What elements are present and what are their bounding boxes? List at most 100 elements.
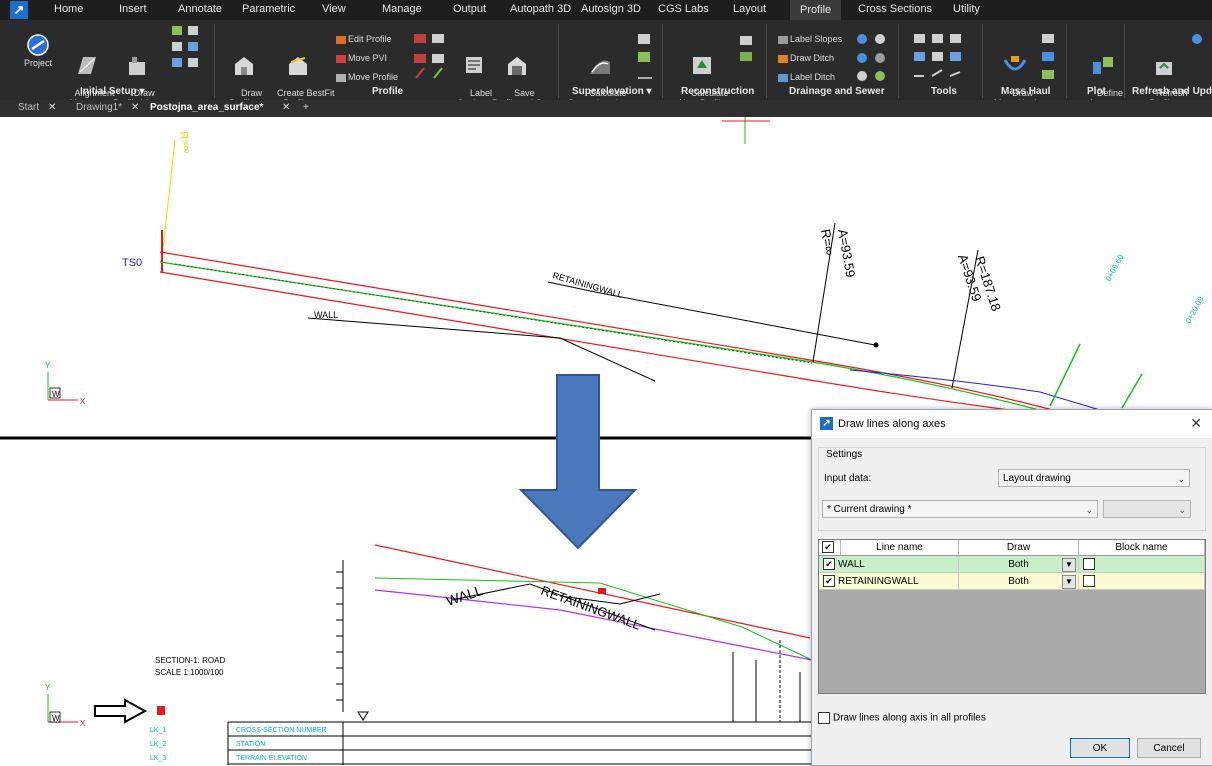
draw-ditch-button[interactable]: Draw Ditch <box>778 53 834 63</box>
label-retainingwall-bottom: RETAININGWALL <box>539 583 643 633</box>
line-name-cell[interactable]: ✔ WALL <box>819 556 959 573</box>
draw-select[interactable]: Both ▼ <box>959 556 1079 573</box>
draw-ditch-icon <box>778 54 788 63</box>
define-areas-icon <box>1092 57 1113 74</box>
dialog-title-bar[interactable]: ↗ Draw lines along axes ✕ <box>812 410 1212 438</box>
tab-utility[interactable]: Utility <box>953 3 980 15</box>
doc-tab-start[interactable]: Start <box>18 102 39 113</box>
app-logo-icon: ↗ <box>820 417 833 430</box>
station-line-green <box>1049 343 1081 407</box>
tab-autosign-3d[interactable]: Autosign 3D <box>581 3 641 15</box>
tools-icons[interactable] <box>914 32 974 84</box>
chevron-down-icon: ▼ <box>1062 558 1076 572</box>
lines-table: ✔ Line name Draw Block name ✔ WALL Both ▼ … <box>818 539 1206 694</box>
superelevation-small-icons[interactable] <box>636 32 656 84</box>
section-scale: SCALE 1:1000/100 <box>155 668 224 677</box>
input-data-select[interactable]: Layout drawing ⌄ <box>998 469 1190 487</box>
separator <box>982 24 983 98</box>
doc-tab-postojna[interactable]: Postojna_area_surface* <box>150 102 263 113</box>
tab-cgs-labs[interactable]: CGS Labs <box>658 3 709 15</box>
project-button[interactable]: Project <box>24 34 52 68</box>
group-label-drainage[interactable]: Drainage and Sewer <box>789 86 885 97</box>
label-wall-top: WALL <box>314 310 338 320</box>
close-icon[interactable]: ✕ <box>131 102 139 113</box>
input-data-label: Input data: <box>824 473 872 484</box>
row-checkbox: ✔ <box>823 575 835 588</box>
tab-insert[interactable]: Insert <box>119 3 147 15</box>
right-arrow-icon <box>94 698 148 724</box>
band-name: CROSS-SECTION NUMBER <box>236 727 327 734</box>
group-label-plot[interactable]: Plot <box>1087 86 1106 97</box>
column-header: Block name <box>1079 540 1205 556</box>
chevron-down-icon: ▼ <box>1062 575 1076 589</box>
close-icon[interactable]: ✕ <box>1190 415 1202 432</box>
ok-button[interactable]: OK <box>1070 738 1130 758</box>
tab-view[interactable]: View <box>322 3 346 15</box>
profile-small-icons[interactable] <box>414 32 448 82</box>
draw-select[interactable]: Both ▼ <box>959 573 1079 590</box>
band-code: LK_2 <box>150 741 166 748</box>
label-tso: TS0 <box>122 257 142 269</box>
table-row[interactable]: ✔ WALL Both ▼ <box>819 556 1205 573</box>
tab-output[interactable]: Output <box>453 3 486 15</box>
close-icon[interactable]: ✕ <box>48 102 56 113</box>
draw-profile-icon <box>235 57 254 75</box>
tangent-line <box>161 139 176 259</box>
initial-setup-small-icons[interactable] <box>172 24 212 72</box>
block-name-cell[interactable] <box>1079 556 1205 573</box>
group-label-mass-haul[interactable]: Mass Haul <box>1001 86 1050 97</box>
all-profiles-option[interactable]: Draw lines along axis in all profiles <box>818 712 986 724</box>
move-profile-icon <box>336 73 346 82</box>
section-title: SECTION-1: ROAD <box>155 656 225 665</box>
table-row[interactable]: ✔ RETAININGWALL Both ▼ <box>819 573 1205 590</box>
move-profile-button[interactable]: Move Profile <box>336 72 398 82</box>
tab-cross-sections[interactable]: Cross Sections <box>858 3 932 15</box>
svg-text:Y: Y <box>45 683 51 692</box>
reconstruction-small-icons[interactable] <box>738 34 758 64</box>
elevation-ticks <box>336 571 343 701</box>
label-settings-icon <box>465 57 482 73</box>
group-label-tools[interactable]: Tools <box>931 86 957 97</box>
all-profiles-checkbox[interactable] <box>818 712 830 724</box>
tab-annotate[interactable]: Annotate <box>178 3 222 15</box>
edit-profile-button[interactable]: Edit Profile <box>336 34 392 44</box>
refresh-profiles-icon <box>1156 62 1173 75</box>
tab-layout[interactable]: Layout <box>733 3 766 15</box>
tab-parametric[interactable]: Parametric <box>242 3 295 15</box>
chevron-down-icon: ⌄ <box>1085 505 1093 515</box>
label-slopes-button[interactable]: Label Slopes <box>778 34 842 44</box>
doc-tab-drawing1[interactable]: Drawing1* <box>76 102 122 113</box>
separator <box>766 24 767 98</box>
tab-home[interactable]: Home <box>54 3 83 15</box>
tab-autopath-3d[interactable]: Autopath 3D <box>510 3 571 15</box>
line-name-cell[interactable]: ✔ RETAININGWALL <box>819 573 959 590</box>
station-marker-icon <box>357 711 369 721</box>
secondary-select[interactable]: ⌄ <box>1103 500 1191 518</box>
label-ditch-button[interactable]: Label Ditch <box>778 72 835 82</box>
new-tab-plus-icon[interactable]: + <box>303 102 309 113</box>
move-pvi-button[interactable]: Move PVI <box>336 53 387 63</box>
svg-text:X: X <box>80 397 86 406</box>
mass-haul-small-icons[interactable] <box>1040 32 1058 84</box>
tab-manage[interactable]: Manage <box>382 3 422 15</box>
cancel-button[interactable]: Cancel <box>1137 738 1201 758</box>
group-label-reconstruction[interactable]: Reconstruction <box>681 86 754 97</box>
drainage-small-icons[interactable] <box>856 32 892 84</box>
down-arrow-icon <box>518 374 638 550</box>
group-label-initial-setup[interactable]: Initial Setup ▾ <box>80 86 144 97</box>
close-icon[interactable]: ✕ <box>282 102 290 113</box>
app-logo-icon[interactable]: ↗ <box>10 1 28 19</box>
group-label-superelevation[interactable]: Superelevation ▾ <box>572 86 652 97</box>
tab-profile[interactable]: Profile <box>790 0 842 20</box>
group-label-refresh[interactable]: Refresh and Upd <box>1132 86 1212 97</box>
ribbon-panel: Project Alignment Manager Draw Profile V… <box>0 20 1212 108</box>
refresh-small-icon[interactable] <box>1190 32 1204 46</box>
profile-view-icon <box>128 57 145 75</box>
separator <box>898 24 899 98</box>
drawing-select[interactable]: * Current drawing * ⌄ <box>822 500 1098 518</box>
group-label-profile[interactable]: Profile <box>372 86 403 97</box>
band-name: STATION <box>236 741 265 748</box>
wall-line <box>307 317 656 382</box>
header-select-all-checkbox[interactable]: ✔ <box>819 540 841 556</box>
block-name-cell[interactable] <box>1079 573 1205 590</box>
